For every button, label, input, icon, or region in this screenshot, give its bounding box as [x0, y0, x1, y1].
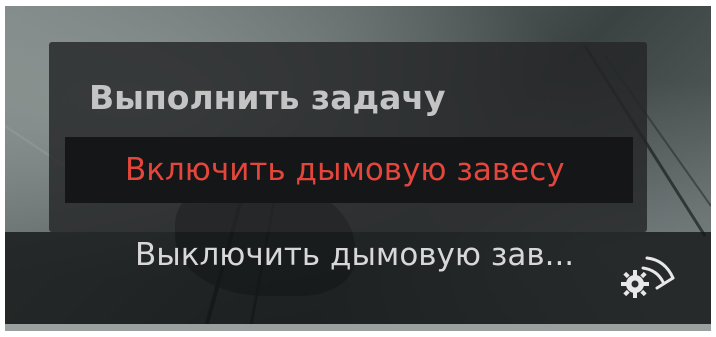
camera-view-background: Выполнить задачу Включить дымовую завесу… — [5, 6, 711, 331]
task-context-menu: Выполнить задачу Включить дымовую завесу — [49, 42, 647, 232]
menu-title: Выполнить задачу — [89, 78, 446, 117]
menu-item-disable-smoke-screen[interactable]: Выключить дымовую зав... — [135, 230, 574, 280]
menu-item-enable-smoke-screen[interactable]: Включить дымовую завесу — [65, 137, 633, 203]
bottom-divider — [5, 324, 711, 331]
gear-signal-icon[interactable] — [617, 250, 687, 300]
